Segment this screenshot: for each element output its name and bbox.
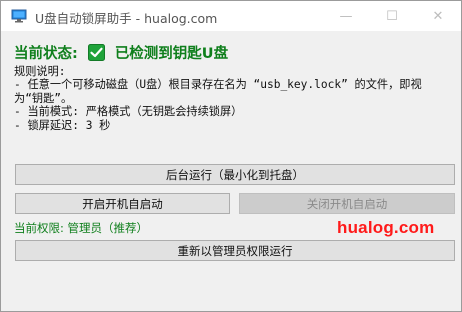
minimize-button[interactable]: —	[323, 1, 369, 31]
rules-description: 规则说明: - 任意一个可移动磁盘（U盘）根目录存在名为 “usb_key.lo…	[14, 65, 454, 132]
rules-line: - 锁屏延迟: 3 秒	[14, 118, 111, 132]
close-icon: ✕	[432, 8, 444, 24]
checkbox-checked-icon	[87, 43, 105, 61]
enable-autostart-button[interactable]: 开启开机自启动	[15, 193, 230, 214]
watermark: hualog.com	[337, 218, 435, 237]
maximize-button[interactable]: ☐	[369, 1, 415, 31]
permission-status: 当前权限: 管理员（推荐）	[14, 221, 149, 235]
disable-autostart-button[interactable]: 关闭开机自启动	[239, 193, 455, 214]
rules-line: 为“钥匙”。	[14, 91, 73, 105]
app-window: U盘自动锁屏助手 - hualog.com — ☐ ✕ 当前状态: 已检测到钥匙…	[0, 0, 462, 312]
restart-as-admin-button[interactable]: 重新以管理员权限运行	[15, 240, 455, 261]
status-row: 当前状态: 已检测到钥匙U盘	[14, 41, 228, 63]
close-button[interactable]: ✕	[415, 1, 461, 31]
status-label: 当前状态:	[14, 45, 78, 62]
monitor-icon	[11, 9, 27, 23]
rules-line: - 当前模式: 严格模式（无钥匙会持续锁屏）	[14, 105, 243, 119]
rules-line: 规则说明:	[14, 65, 66, 78]
status-value: 已检测到钥匙U盘	[114, 45, 229, 62]
maximize-icon: ☐	[386, 8, 398, 24]
title-bar[interactable]: U盘自动锁屏助手 - hualog.com — ☐ ✕	[1, 1, 461, 31]
window-title: U盘自动锁屏助手 - hualog.com	[35, 11, 218, 26]
rules-line: - 任意一个可移动磁盘（U盘）根目录存在名为 “usb_key.lock” 的文…	[14, 78, 422, 92]
background-run-button[interactable]: 后台运行（最小化到托盘）	[15, 164, 455, 185]
minimize-icon: —	[339, 8, 353, 24]
